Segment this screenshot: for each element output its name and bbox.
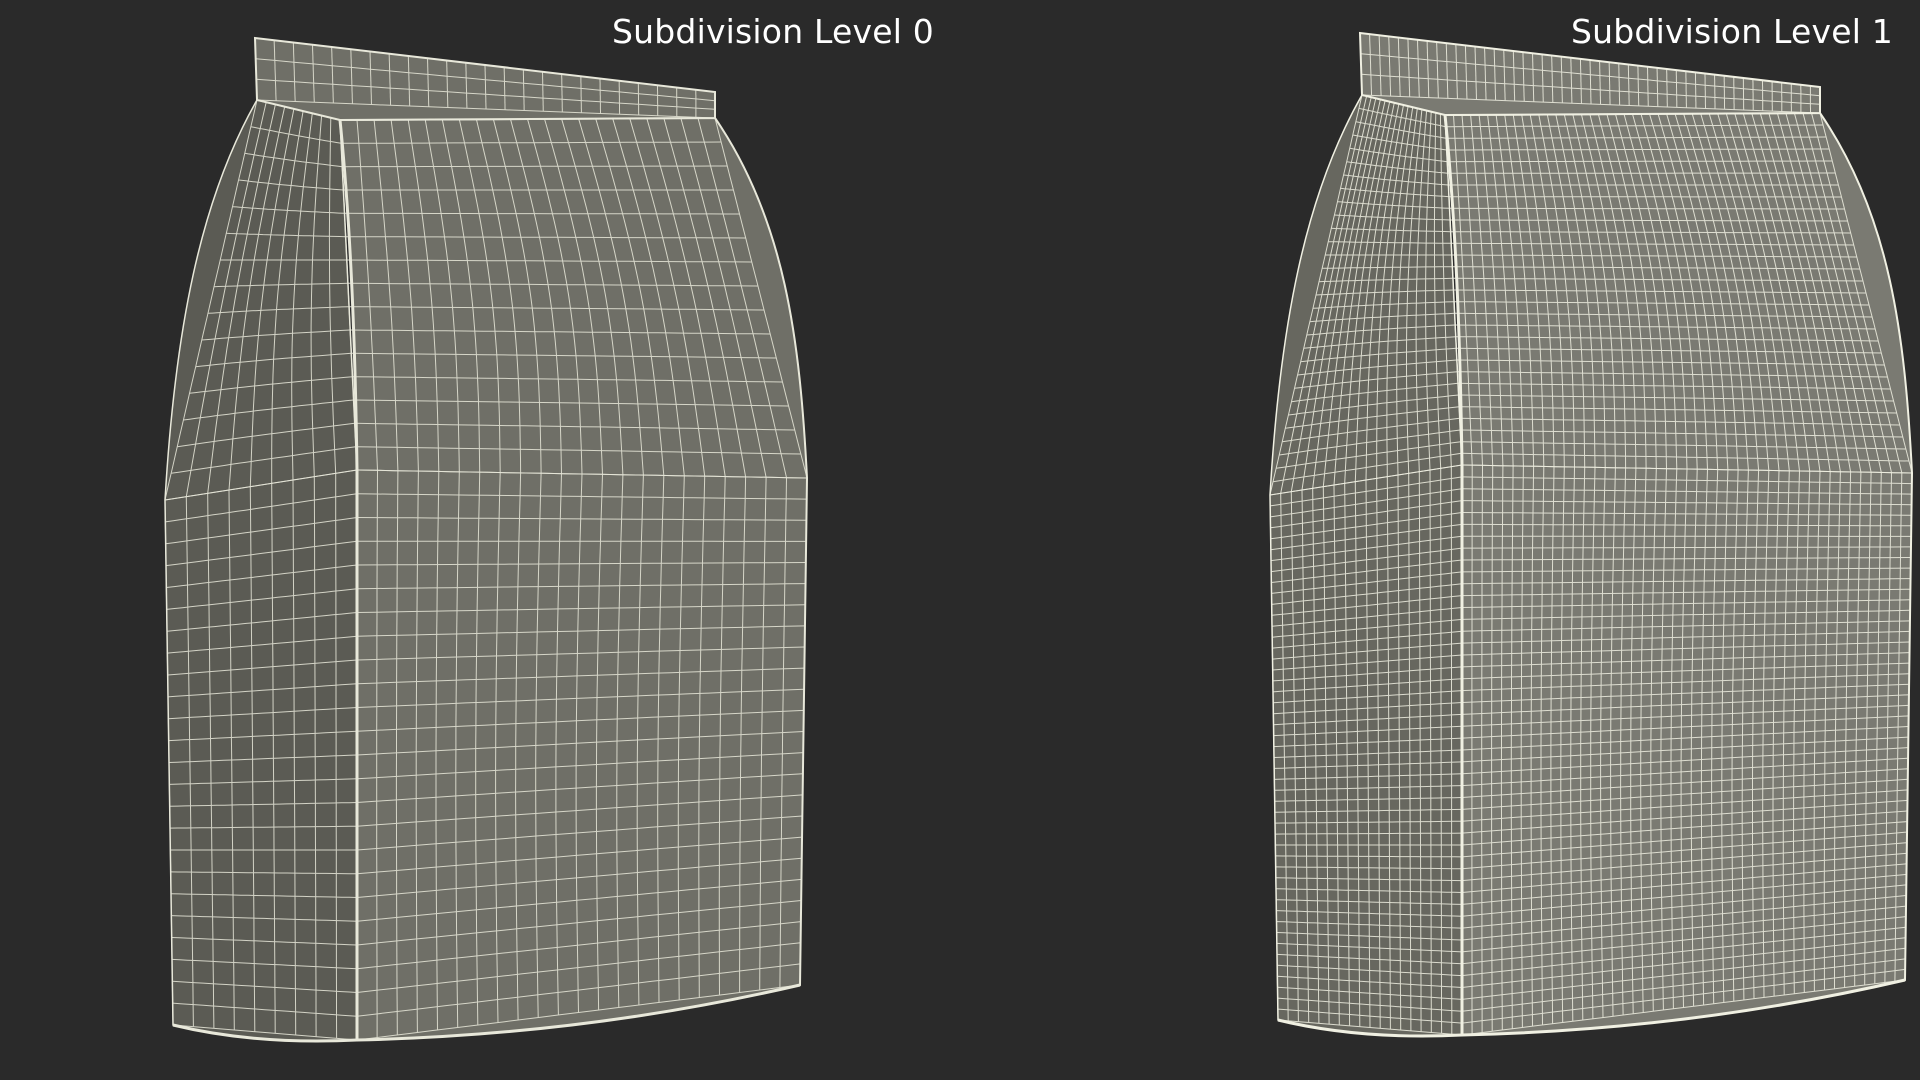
bag-subdivision-level-1-side-panel [1269,94,1463,1037]
bag-subdivision-level-1-front-panel [1443,111,1914,1037]
label-subdivision-level-1: Subdivision Level 1 [1571,12,1893,51]
bag-wireframe-level-1 [1269,31,1914,1038]
bag-subdivision-level-0-front-panel [338,116,809,1042]
bag-subdivision-level-0-side-panel [164,99,358,1042]
label-subdivision-level-0: Subdivision Level 0 [612,12,934,51]
bag-wireframe-level-0 [164,36,809,1043]
viewport: Subdivision Level 0 Subdivision Level 1 [0,0,1920,1080]
